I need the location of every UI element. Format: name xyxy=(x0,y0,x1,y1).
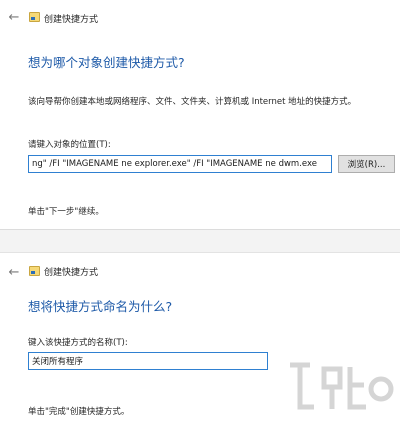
panel-divider xyxy=(0,229,400,252)
page-heading: 想将快捷方式命名为什么? xyxy=(28,299,173,314)
back-arrow-icon[interactable]: ← xyxy=(6,10,22,24)
browse-button[interactable]: 浏览(R)... xyxy=(338,155,395,173)
watermark-logo-icon xyxy=(290,362,394,410)
back-arrow-icon[interactable]: ← xyxy=(6,265,22,279)
wizard-title: 创建快捷方式 xyxy=(44,268,99,278)
page-description: 该向导帮你创建本地或网络程序、文件、文件夹、计算机或 Internet 地址的快… xyxy=(28,97,357,107)
location-label: 请键入对象的位置(T): xyxy=(28,140,111,150)
finish-hint: 单击"完成"创建快捷方式。 xyxy=(28,407,130,417)
wizard-step-location: ← 创建快捷方式 想为哪个对象创建快捷方式? 该向导帮你创建本地或网络程序、文件… xyxy=(0,0,400,229)
shortcut-wizard-icon xyxy=(29,12,40,22)
next-hint: 单击"下一步"继续。 xyxy=(28,207,104,217)
location-input[interactable] xyxy=(28,155,332,173)
shortcut-name-input[interactable] xyxy=(28,352,268,370)
shortcut-wizard-icon xyxy=(29,266,40,276)
wizard-title: 创建快捷方式 xyxy=(44,15,99,25)
name-label: 键入该快捷方式的名称(T): xyxy=(28,338,128,348)
page-heading: 想为哪个对象创建快捷方式? xyxy=(28,55,185,70)
